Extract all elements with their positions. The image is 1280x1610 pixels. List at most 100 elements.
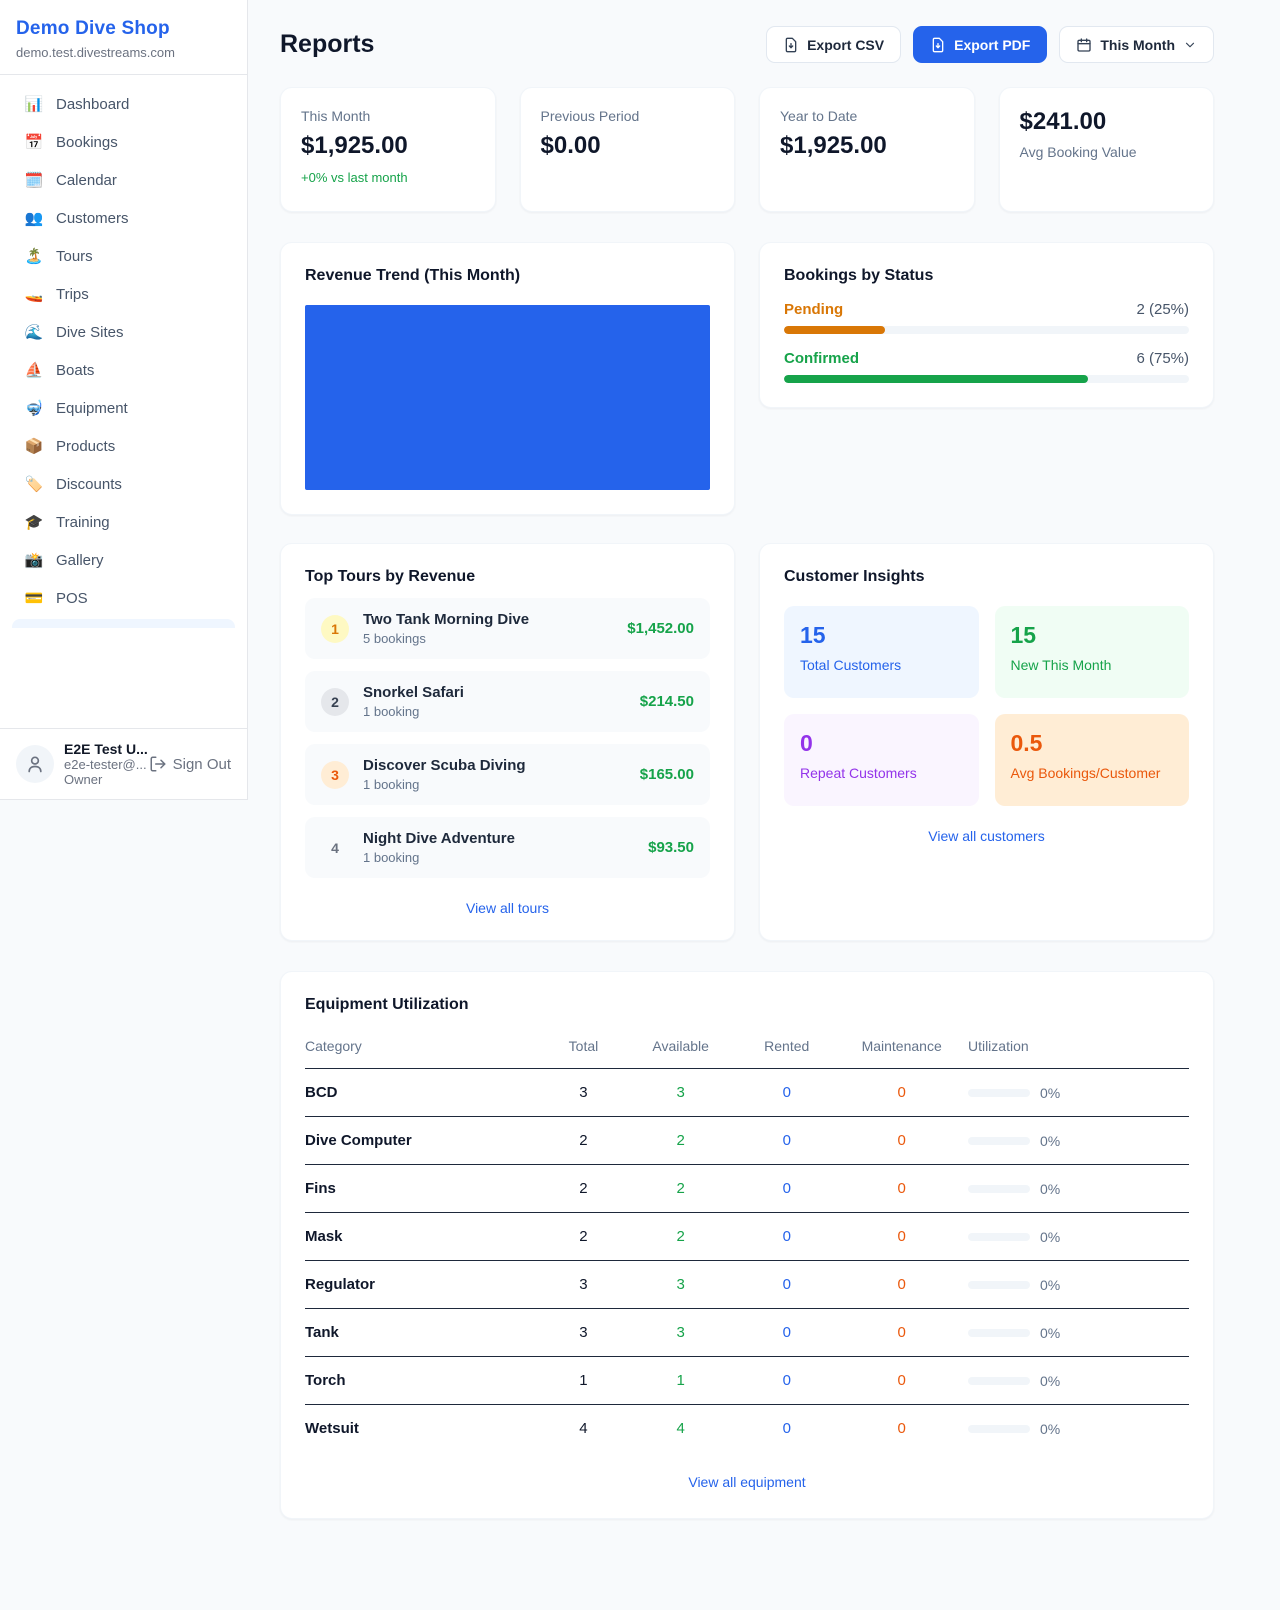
package-icon: 📦 — [24, 437, 44, 455]
speedboat-icon: 🚤 — [24, 285, 44, 303]
cell-category: BCD — [305, 1069, 544, 1117]
sign-out-button[interactable]: Sign Out — [149, 755, 231, 773]
sidebar-item-discounts[interactable]: 🏷️Discounts — [12, 465, 235, 503]
table-row: Wetsuit 4 4 0 0 0% — [305, 1405, 1189, 1453]
utilization-pct: 0% — [1040, 1181, 1060, 1197]
sidebar-item-dashboard[interactable]: 📊Dashboard — [12, 85, 235, 123]
tour-row: 2 Snorkel Safari 1 booking $214.50 — [305, 671, 710, 732]
table-row: Dive Computer 2 2 0 0 0% — [305, 1117, 1189, 1165]
status-count: 6 (75%) — [1136, 350, 1189, 367]
calendar-date-icon: 📅 — [24, 133, 44, 151]
utilization-cell: 0% — [968, 1229, 1189, 1245]
avatar — [16, 745, 54, 783]
tour-bookings: 1 booking — [363, 850, 515, 865]
cell-total: 2 — [544, 1165, 624, 1213]
cell-rented: 0 — [738, 1309, 835, 1357]
top-tours-title: Top Tours by Revenue — [305, 568, 710, 586]
cell-category: Dive Computer — [305, 1117, 544, 1165]
cell-maintenance: 0 — [835, 1117, 968, 1165]
chevron-down-icon — [1183, 38, 1197, 52]
table-row: Torch 1 1 0 0 0% — [305, 1357, 1189, 1405]
tour-row: 4 Night Dive Adventure 1 booking $93.50 — [305, 817, 710, 878]
cell-available: 4 — [623, 1405, 738, 1453]
cell-maintenance: 0 — [835, 1261, 968, 1309]
view-all-equipment-link[interactable]: View all equipment — [305, 1474, 1189, 1490]
sidebar-item-dive-sites[interactable]: 🌊Dive Sites — [12, 313, 235, 351]
cell-rented: 0 — [738, 1405, 835, 1453]
sidebar-item-boats[interactable]: ⛵Boats — [12, 351, 235, 389]
tag-icon: 🏷️ — [24, 475, 44, 493]
insight-label: Total Customers — [800, 657, 963, 673]
sidebar-item-training[interactable]: 🎓Training — [12, 503, 235, 541]
view-all-customers-link[interactable]: View all customers — [784, 828, 1189, 844]
cell-available: 2 — [623, 1165, 738, 1213]
sidebar-item-products[interactable]: 📦 Products — [12, 427, 235, 465]
sidebar-item-label: Customers — [56, 210, 129, 227]
utilization-bar — [968, 1089, 1030, 1097]
insight-value: 0.5 — [1011, 730, 1174, 757]
insight-new-this-month: 15 New This Month — [995, 606, 1190, 698]
sidebar-item-bookings[interactable]: 📅Bookings — [12, 123, 235, 161]
insight-value: 0 — [800, 730, 963, 757]
equipment-utilization-title: Equipment Utilization — [305, 996, 1189, 1014]
utilization-cell: 0% — [968, 1277, 1189, 1293]
utilization-pct: 0% — [1040, 1373, 1060, 1389]
revenue-trend-title: Revenue Trend (This Month) — [305, 267, 710, 285]
export-pdf-button[interactable]: Export PDF — [913, 26, 1047, 63]
cell-category: Regulator — [305, 1261, 544, 1309]
table-row: Regulator 3 3 0 0 0% — [305, 1261, 1189, 1309]
sidebar-user-footer: E2E Test U... e2e-tester@... Owner Sign … — [0, 728, 247, 799]
sidebar-item-equipment[interactable]: 🤿Equipment — [12, 389, 235, 427]
utilization-pct: 0% — [1040, 1421, 1060, 1437]
tour-revenue: $1,452.00 — [627, 620, 694, 637]
view-all-tours-link[interactable]: View all tours — [305, 900, 710, 916]
cell-maintenance: 0 — [835, 1357, 968, 1405]
bookings-by-status-card: Bookings by Status Pending 2 (25%) Confi… — [759, 242, 1214, 408]
customer-insights-card: Customer Insights 15 Total Customers 15 … — [759, 543, 1214, 941]
spiral-calendar-icon: 🗓️ — [24, 171, 44, 189]
col-rented: Rented — [738, 1028, 835, 1069]
insight-repeat-customers: 0 Repeat Customers — [784, 714, 979, 806]
cell-maintenance: 0 — [835, 1405, 968, 1453]
cell-category: Torch — [305, 1357, 544, 1405]
export-pdf-label: Export PDF — [954, 37, 1030, 53]
status-count: 2 (25%) — [1136, 301, 1189, 318]
graduation-cap-icon: 🎓 — [24, 513, 44, 531]
col-utilization: Utilization — [968, 1028, 1189, 1069]
sidebar-item-customers[interactable]: 👥Customers — [12, 199, 235, 237]
export-csv-button[interactable]: Export CSV — [766, 26, 901, 63]
utilization-bar — [968, 1137, 1030, 1145]
cell-rented: 0 — [738, 1261, 835, 1309]
file-download-icon — [783, 37, 799, 53]
progress-fill — [784, 326, 885, 334]
table-row: BCD 3 3 0 0 0% — [305, 1069, 1189, 1117]
sidebar-item-label: Products — [56, 438, 115, 455]
table-row: Tank 3 3 0 0 0% — [305, 1309, 1189, 1357]
camera-icon: 📸 — [24, 551, 44, 569]
revenue-trend-chart — [305, 305, 710, 490]
sidebar-item-reports-active-partial[interactable] — [12, 619, 235, 628]
sidebar-item-pos[interactable]: 💳POS — [12, 579, 235, 617]
cell-category: Fins — [305, 1165, 544, 1213]
tour-row: 3 Discover Scuba Diving 1 booking $165.0… — [305, 744, 710, 805]
page-header: Reports Export CSV Export PDF This Month — [280, 26, 1214, 63]
sidebar-item-calendar[interactable]: 🗓️Calendar — [12, 161, 235, 199]
stat-card-this-month: This Month $1,925.00 +0% vs last month — [280, 87, 496, 212]
insights-row: Top Tours by Revenue 1 Two Tank Morning … — [280, 543, 1214, 941]
utilization-bar — [968, 1425, 1030, 1433]
bookings-by-status-title: Bookings by Status — [784, 267, 1189, 285]
stat-cards-row: This Month $1,925.00 +0% vs last month P… — [280, 87, 1214, 212]
stat-card-year-to-date: Year to Date $1,925.00 — [759, 87, 975, 212]
sailboat-icon: ⛵ — [24, 361, 44, 379]
cell-rented: 0 — [738, 1117, 835, 1165]
cell-rented: 0 — [738, 1069, 835, 1117]
island-icon: 🏝️ — [24, 247, 44, 265]
period-dropdown[interactable]: This Month — [1059, 26, 1214, 63]
sidebar-item-tours[interactable]: 🏝️Tours — [12, 237, 235, 275]
cell-total: 1 — [544, 1357, 624, 1405]
stat-value: $1,925.00 — [301, 132, 475, 160]
stat-label: This Month — [301, 108, 475, 124]
sidebar-item-trips[interactable]: 🚤Trips — [12, 275, 235, 313]
sidebar-item-gallery[interactable]: 📸Gallery — [12, 541, 235, 579]
bar-chart-icon: 📊 — [24, 95, 44, 113]
